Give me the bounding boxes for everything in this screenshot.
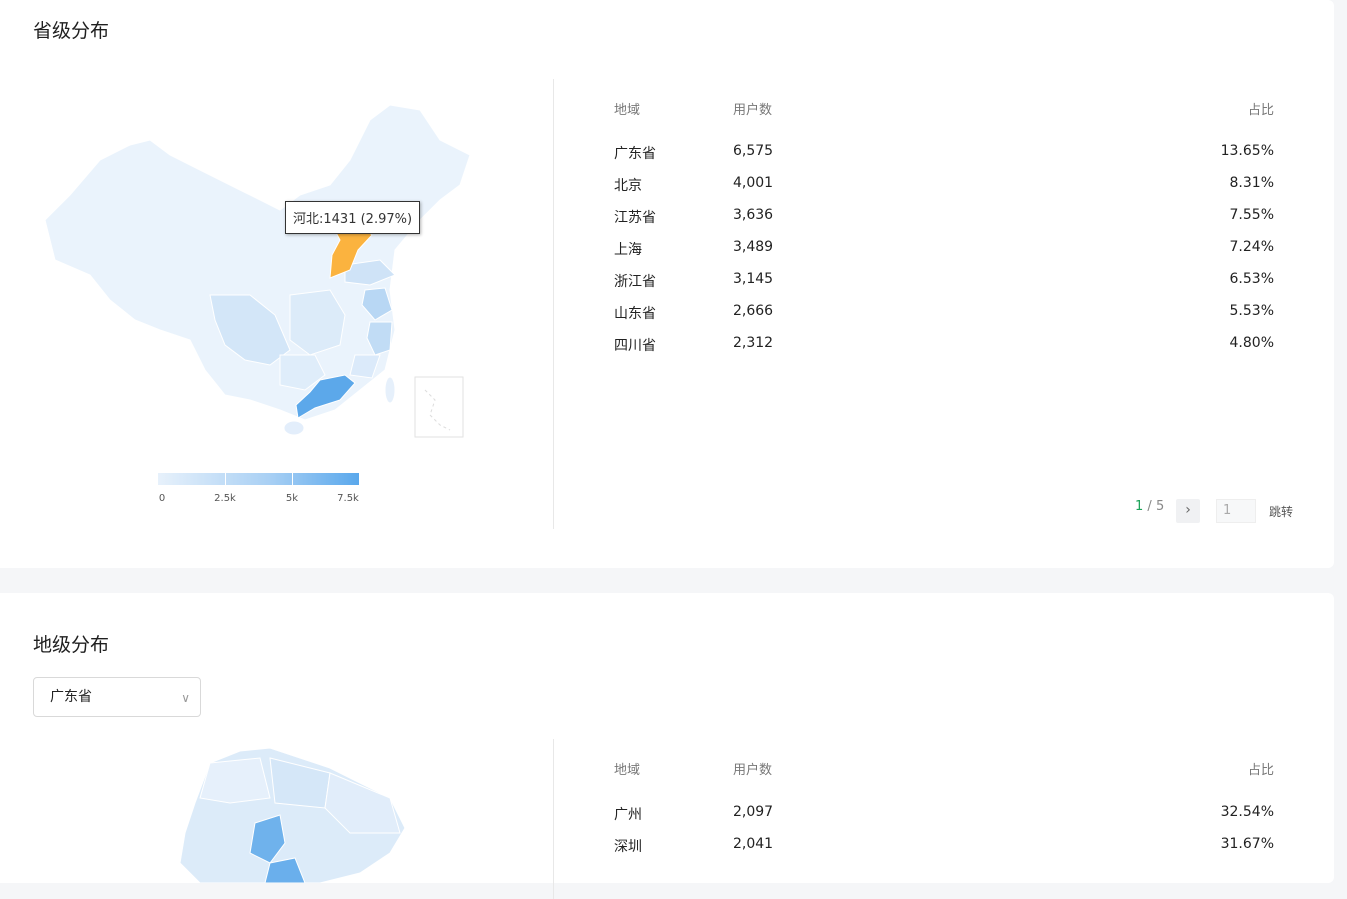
- province-select[interactable]: 广东省 ∨: [33, 677, 201, 717]
- cell-ratio: 7.24%: [1229, 239, 1274, 255]
- map-region-base: [44, 104, 471, 421]
- cell-region: 四川省: [614, 338, 656, 354]
- cell-region: 广州: [614, 807, 642, 823]
- cell-users: 2,312: [733, 335, 774, 351]
- province-card: 省级分布 河北:1431 (2.97%) 0 2.5k 5k 7.5k 地域 用…: [0, 0, 1334, 568]
- table-row: 上海 3,489 7.24%: [614, 239, 1274, 271]
- table-row: 江苏省 3,636 7.55%: [614, 207, 1274, 239]
- chevron-right-icon: ›: [1185, 502, 1191, 518]
- cell-users: 2,666: [733, 303, 774, 319]
- cell-ratio: 13.65%: [1220, 143, 1274, 159]
- guangdong-map[interactable]: [160, 743, 410, 883]
- cell-users: 4,001: [733, 175, 774, 191]
- province-title: 省级分布: [33, 20, 110, 42]
- vertical-divider: [553, 739, 554, 899]
- col-region-header: 地域: [614, 103, 641, 118]
- table-row: 浙江省 3,145 6.53%: [614, 271, 1274, 303]
- legend-tick: 7.5k: [337, 493, 359, 504]
- cell-region: 浙江省: [614, 274, 656, 290]
- cell-region: 北京: [614, 178, 642, 194]
- page-total: 5: [1155, 499, 1165, 514]
- cell-users: 6,575: [733, 143, 774, 159]
- col-users-header: 用户数: [733, 763, 773, 778]
- map-region-city: [199, 757, 271, 804]
- col-region-header: 地域: [614, 763, 641, 778]
- jump-button[interactable]: 跳转: [1269, 503, 1293, 520]
- cell-users: 2,041: [733, 836, 774, 852]
- province-select-value: 广东省: [50, 689, 92, 705]
- china-map[interactable]: [40, 100, 480, 445]
- cell-ratio: 31.67%: [1220, 836, 1274, 852]
- legend-tick: 2.5k: [214, 493, 236, 504]
- province-table: 地域 用户数 占比 广东省 6,575 13.65% 北京 4,001 8.31…: [614, 99, 1274, 367]
- cell-ratio: 8.31%: [1229, 175, 1274, 191]
- cell-ratio: 4.80%: [1229, 335, 1274, 351]
- table-row: 广东省 6,575 13.65%: [614, 143, 1274, 175]
- table-row: 北京 4,001 8.31%: [614, 175, 1274, 207]
- cell-ratio: 7.55%: [1229, 207, 1274, 223]
- cell-region: 上海: [614, 242, 642, 258]
- city-table: 地域 用户数 占比 广州 2,097 32.54% 深圳 2,041 31.67…: [614, 759, 1274, 868]
- vertical-divider: [553, 79, 554, 529]
- map-tooltip: 河北:1431 (2.97%): [285, 201, 421, 234]
- col-ratio-header[interactable]: 占比: [1248, 759, 1274, 778]
- cell-region: 广东省: [614, 146, 656, 162]
- table-header: 地域 用户数 占比: [614, 99, 1274, 143]
- table-row: 四川省 2,312 4.80%: [614, 335, 1274, 367]
- col-ratio-header[interactable]: 占比: [1248, 99, 1274, 118]
- next-page-button[interactable]: ›: [1176, 499, 1200, 523]
- pagination: 1 / 5 › 1 跳转: [1135, 499, 1295, 523]
- legend-tick: 5k: [285, 493, 299, 504]
- cell-ratio: 5.53%: [1229, 303, 1274, 319]
- legend-tick: 0: [158, 493, 166, 504]
- cell-ratio: 32.54%: [1220, 804, 1274, 820]
- page-jump-input[interactable]: 1: [1216, 499, 1256, 523]
- cell-users: 3,489: [733, 239, 774, 255]
- table-row: 山东省 2,666 5.53%: [614, 303, 1274, 335]
- table-header: 地域 用户数 占比: [614, 759, 1274, 804]
- map-region-taiwan: [384, 376, 396, 404]
- page-separator: /: [1147, 499, 1152, 514]
- table-row: 广州 2,097 32.54%: [614, 804, 1274, 836]
- cell-region: 山东省: [614, 306, 656, 322]
- city-title: 地级分布: [33, 634, 110, 656]
- legend-gradient-bar[interactable]: [158, 473, 359, 485]
- table-row: 深圳 2,041 31.67%: [614, 836, 1274, 868]
- cell-users: 3,145: [733, 271, 774, 287]
- cell-region: 深圳: [614, 839, 642, 855]
- cell-users: 2,097: [733, 804, 774, 820]
- col-users-header: 用户数: [733, 103, 773, 118]
- color-legend[interactable]: 0 2.5k 5k 7.5k: [158, 473, 359, 504]
- map-region-hainan: [283, 420, 305, 436]
- page-current: 1: [1135, 499, 1144, 514]
- city-card: 地级分布 广东省 ∨ 地域 用户数 占比 广州 2,097 32.54% 深圳 …: [0, 593, 1334, 899]
- cell-ratio: 6.53%: [1229, 271, 1274, 287]
- chevron-down-icon: ∨: [181, 691, 190, 705]
- south-china-sea-inset: [414, 376, 464, 438]
- cell-users: 3,636: [733, 207, 774, 223]
- legend-ticks: 0 2.5k 5k 7.5k: [158, 485, 359, 504]
- cell-region: 江苏省: [614, 210, 656, 226]
